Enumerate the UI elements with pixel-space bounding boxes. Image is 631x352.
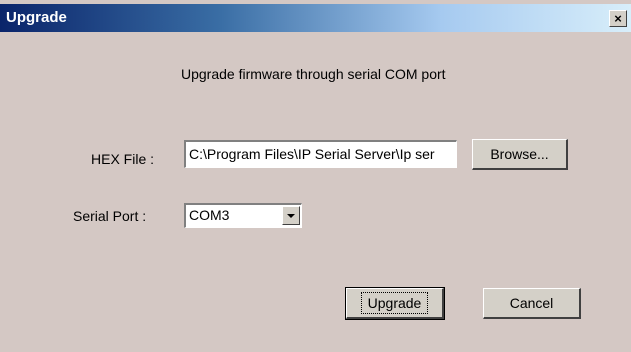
upgrade-button-label: Upgrade xyxy=(360,292,429,314)
dropdown-button[interactable] xyxy=(282,206,300,225)
hex-file-label: HEX File : xyxy=(91,151,155,167)
browse-button-label: Browse... xyxy=(490,146,549,162)
serial-port-select[interactable]: COM3 xyxy=(184,203,302,228)
hex-file-input[interactable]: C:\Program Files\IP Serial Server\Ip ser xyxy=(184,140,457,168)
cancel-button[interactable]: Cancel xyxy=(483,288,581,319)
serial-port-label: Serial Port : xyxy=(73,208,147,224)
cancel-button-label: Cancel xyxy=(509,295,554,311)
close-button[interactable]: × xyxy=(609,10,627,27)
window-title: Upgrade xyxy=(6,9,67,26)
upgrade-button[interactable]: Upgrade xyxy=(345,287,445,320)
close-icon: × xyxy=(614,11,622,26)
serial-port-value: COM3 xyxy=(189,207,230,223)
title-bar[interactable]: Upgrade × xyxy=(0,4,631,32)
upgrade-dialog: Upgrade × Upgrade firmware through seria… xyxy=(0,0,631,352)
chevron-down-icon xyxy=(287,213,295,218)
description-text: Upgrade firmware through serial COM port xyxy=(181,66,446,82)
browse-button[interactable]: Browse... xyxy=(472,139,568,170)
